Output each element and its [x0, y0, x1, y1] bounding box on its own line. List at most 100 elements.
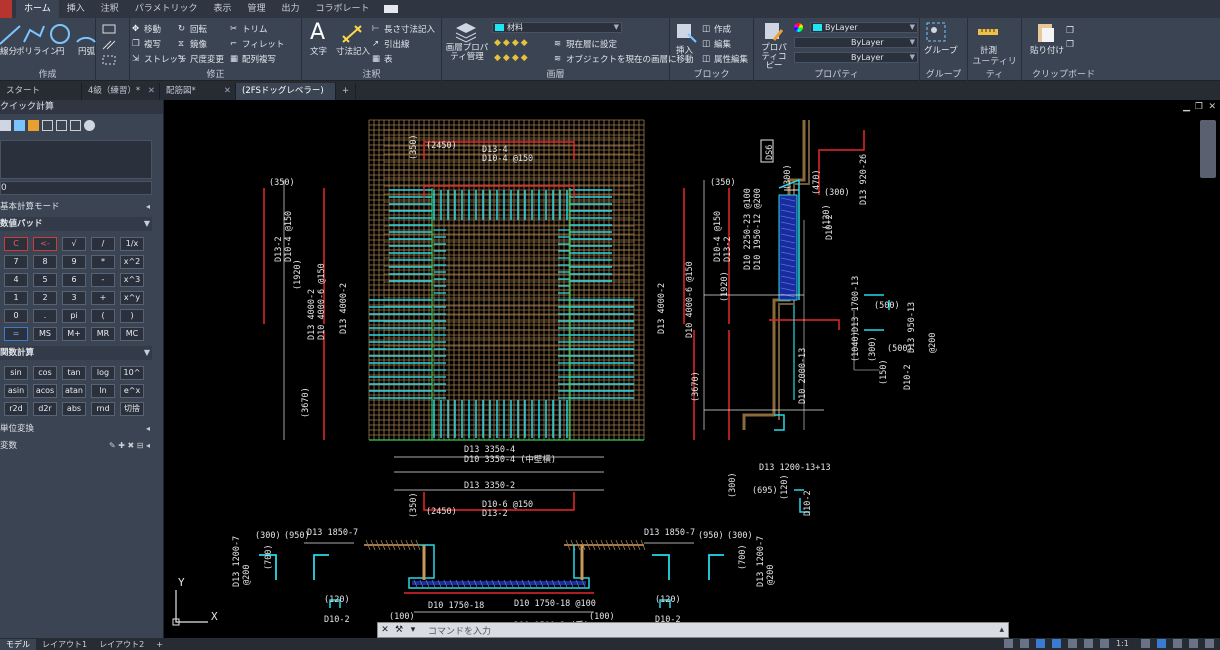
calc-key[interactable]: . [33, 309, 57, 323]
chevron-down-icon[interactable]: ▾ [406, 625, 420, 635]
function-section-header[interactable]: 関数計算 ▼ [0, 346, 152, 360]
osnap-toggle-icon[interactable] [1068, 639, 1077, 648]
ribbon-tab-1[interactable]: 挿入 [59, 0, 93, 18]
trim-button[interactable]: ✂ トリム [230, 23, 268, 35]
layout-tab-model[interactable]: モデル [0, 638, 36, 650]
calc-key[interactable]: rnd [91, 402, 115, 416]
ribbon-tab-2[interactable]: 注釈 [93, 0, 127, 18]
hatch-icon[interactable] [102, 40, 124, 50]
plus-icon[interactable] [1157, 639, 1166, 648]
file-tab[interactable]: (2FSドッグレベラー) *✕ [236, 83, 336, 113]
fillet-button[interactable]: ⌐ フィレット [230, 38, 284, 50]
ribbon-tab-5[interactable]: 管理 [240, 0, 274, 18]
calc-key[interactable]: cos [33, 366, 57, 380]
calc-key[interactable]: x^3 [120, 273, 144, 287]
calc-key[interactable]: / [91, 237, 115, 251]
scale-value[interactable]: 1:1 [1116, 639, 1134, 648]
line-label[interactable]: 線分 [0, 45, 17, 57]
calc-key[interactable]: asin [4, 384, 28, 398]
draw-panel-title[interactable]: 作成 [0, 67, 95, 80]
calc-input[interactable]: 0 [0, 181, 152, 195]
layout-tab-1[interactable]: レイアウト1 [36, 639, 93, 650]
calc-key[interactable]: e^x [120, 384, 144, 398]
polyline-label[interactable]: ポリライン [16, 45, 59, 57]
layout-tab-2[interactable]: レイアウト2 [93, 639, 150, 650]
calc-key[interactable]: 切捨 [120, 402, 144, 416]
ribbon-tab-3[interactable]: パラメトリック [127, 0, 206, 18]
fullscreen-icon[interactable] [1189, 639, 1198, 648]
annotation-scale-icon[interactable] [1100, 639, 1109, 648]
numpad-section-header[interactable]: 数値パッド ▼ [0, 217, 152, 231]
calc-key[interactable]: + [91, 291, 115, 305]
annotation-panel-title[interactable]: 注釈 [302, 67, 441, 80]
line-icon[interactable] [0, 22, 22, 46]
modify-panel-title[interactable]: 修正 [130, 67, 301, 80]
distance-icon[interactable] [42, 120, 53, 131]
calc-key[interactable]: C [4, 237, 28, 251]
paste-icon[interactable] [1034, 20, 1058, 44]
text-label[interactable]: 文字 [310, 45, 327, 57]
calc-key[interactable]: MR [91, 327, 115, 341]
snap-toggle-icon[interactable] [1020, 639, 1029, 648]
polyline-icon[interactable] [22, 22, 46, 46]
command-line[interactable]: ✕ ⚒ ▾ コマンドを入力 ▴ [377, 622, 1009, 638]
calc-key[interactable]: acos [33, 384, 57, 398]
wrench-icon[interactable]: ⚒ [392, 625, 406, 635]
get-coordinates-icon[interactable] [28, 120, 39, 131]
make-current-button[interactable]: ≋ 現在層に設定 [554, 38, 617, 50]
calc-key[interactable]: d2r [33, 402, 57, 416]
boundary-icon[interactable] [102, 55, 124, 65]
close-tab-icon[interactable]: ✕ [224, 83, 231, 100]
navigation-bar[interactable] [1200, 120, 1216, 178]
calc-key[interactable]: = [4, 327, 28, 341]
calc-key[interactable]: 2 [33, 291, 57, 305]
command-input[interactable]: コマンドを入力 [420, 624, 491, 637]
calc-key[interactable]: 1/x [120, 237, 144, 251]
dimension-label[interactable]: 寸法記入 [336, 45, 370, 57]
linetype-dropdown[interactable]: ByLayer ▼ [794, 37, 918, 48]
clipboard-panel-title[interactable]: クリップボード [1022, 67, 1220, 80]
calc-key[interactable]: 10^ [120, 366, 144, 380]
calc-key[interactable]: atan [62, 384, 86, 398]
gear-icon[interactable] [1141, 639, 1150, 648]
add-layout-icon[interactable]: + [150, 640, 169, 649]
calc-key[interactable]: tan [62, 366, 86, 380]
clear-icon[interactable] [0, 120, 11, 131]
calc-key[interactable]: 9 [62, 255, 86, 269]
circle-label[interactable]: 円 [56, 45, 65, 57]
customize-icon[interactable] [1205, 639, 1214, 648]
linear-dim-button[interactable]: ⊢ 長さ寸法記入 [372, 23, 435, 35]
calc-key[interactable]: 1 [4, 291, 28, 305]
arc-icon[interactable] [74, 22, 98, 46]
calc-key[interactable]: x^y [120, 291, 144, 305]
ribbon-toggle-icon[interactable] [383, 5, 398, 13]
block-panel-title[interactable]: ブロック [670, 67, 753, 80]
dimension-icon[interactable] [340, 22, 364, 46]
copy-button[interactable]: ❐ 複写 [132, 38, 161, 50]
layer-properties-label[interactable]: 画層プロパティ管理 [444, 44, 490, 62]
calc-key[interactable]: x^2 [120, 255, 144, 269]
calc-key[interactable]: <- [33, 237, 57, 251]
arc-label[interactable]: 円弧 [78, 45, 95, 57]
ribbon-tab-4[interactable]: 表示 [206, 0, 240, 18]
file-tab[interactable]: 4級（練習）* ✕ [82, 83, 160, 100]
paste-label[interactable]: 貼り付け [1030, 44, 1064, 56]
ribbon-tab-0[interactable]: ホーム [16, 0, 59, 18]
groups-panel-title[interactable]: グループ [920, 67, 967, 80]
color-dropdown[interactable]: ByLayer ▼ [810, 22, 918, 33]
layer-dropdown[interactable]: 材料 ▼ [492, 22, 622, 33]
insert-block-label[interactable]: 挿入 [676, 44, 693, 56]
calc-key[interactable]: ln [91, 384, 115, 398]
calc-key[interactable]: - [91, 273, 115, 287]
match-properties-icon[interactable] [762, 20, 786, 44]
unit-conversion-section[interactable]: 単位変換 ◂ [0, 422, 152, 436]
lineweight-dropdown[interactable]: ByLayer ▼ [794, 52, 918, 63]
file-tab[interactable]: 配筋図* ✕ [160, 83, 236, 100]
calc-key[interactable]: abs [62, 402, 86, 416]
help-icon[interactable] [84, 120, 95, 131]
create-block-button[interactable]: ◫ 作成 [702, 23, 731, 35]
calc-key[interactable]: MS [33, 327, 57, 341]
chevron-up-icon[interactable]: ▴ [999, 625, 1004, 635]
restore-icon[interactable]: ❐ [1195, 102, 1203, 112]
array-button[interactable]: ▦ 配列複写 [230, 53, 276, 65]
